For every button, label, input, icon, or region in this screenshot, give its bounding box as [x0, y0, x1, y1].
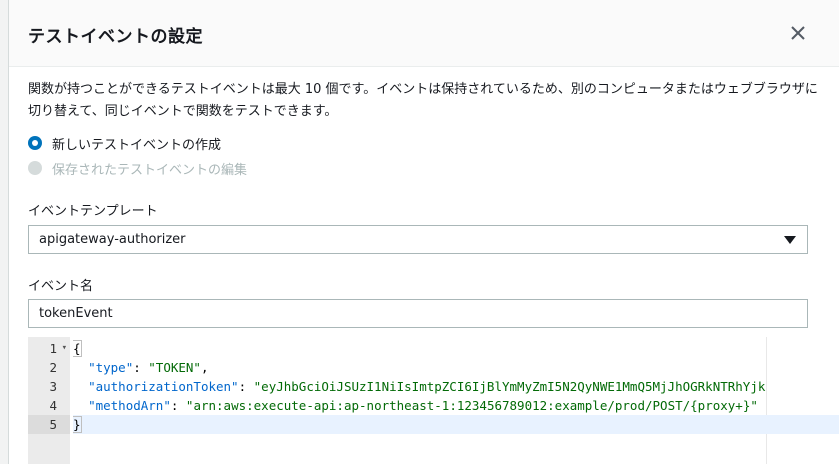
- line-number-active: 5: [28, 415, 70, 434]
- dropdown-arrow-icon: [784, 236, 796, 244]
- line-number: 2: [49, 360, 57, 375]
- code-line[interactable]: "authorizationToken": "eyJhbGciOiJSUzI1N…: [73, 377, 839, 396]
- line-number: 3: [49, 379, 57, 394]
- line-number: 4: [49, 398, 57, 413]
- line-number: 1 ▾: [49, 339, 67, 358]
- radio-edit-saved-label: 保存されたテストイベントの編集: [52, 162, 248, 178]
- code-line[interactable]: {: [73, 339, 839, 358]
- radio-edit-saved: 保存されたテストイベントの編集: [28, 158, 247, 178]
- event-name-label: イベント名: [28, 279, 94, 294]
- code-line[interactable]: "type": "TOKEN",: [73, 358, 839, 377]
- modal-title: テストイベントの設定: [28, 27, 203, 47]
- template-label: イベントテンプレート: [28, 204, 158, 219]
- event-template-value: apigateway-authorizer: [39, 232, 186, 247]
- close-button[interactable]: [787, 22, 809, 44]
- modal-description: 関数が持つことができるテストイベントは最大 10 個です。イベントは保持されてい…: [28, 82, 818, 119]
- event-name-value: tokenEvent: [39, 306, 113, 321]
- radio-create-new-label: 新しいテストイベントの作成: [52, 137, 222, 153]
- radio-selected-icon[interactable]: [28, 136, 42, 150]
- close-icon[interactable]: [787, 22, 809, 44]
- fold-arrow-icon[interactable]: ▾: [62, 339, 67, 358]
- modal-header: テストイベントの設定: [9, 0, 839, 67]
- radio-disabled-icon: [28, 161, 42, 175]
- event-name-input[interactable]: tokenEvent: [28, 299, 808, 328]
- json-code-editor[interactable]: 1 ▾ 2 3 4 5 { "type": "TOKEN", "authoriza…: [28, 337, 839, 464]
- test-event-modal: テストイベントの設定 関数が持つことができるテストイベントは最大 10 個です。…: [8, 0, 839, 464]
- event-template-select[interactable]: apigateway-authorizer: [28, 225, 808, 254]
- radio-create-new[interactable]: 新しいテストイベントの作成: [28, 133, 221, 153]
- code-line[interactable]: "methodArn": "arn:aws:execute-api:ap-nor…: [73, 396, 839, 415]
- editor-gutter: 1 ▾ 2 3 4 5: [28, 337, 70, 464]
- code-line-active[interactable]: }: [73, 415, 839, 434]
